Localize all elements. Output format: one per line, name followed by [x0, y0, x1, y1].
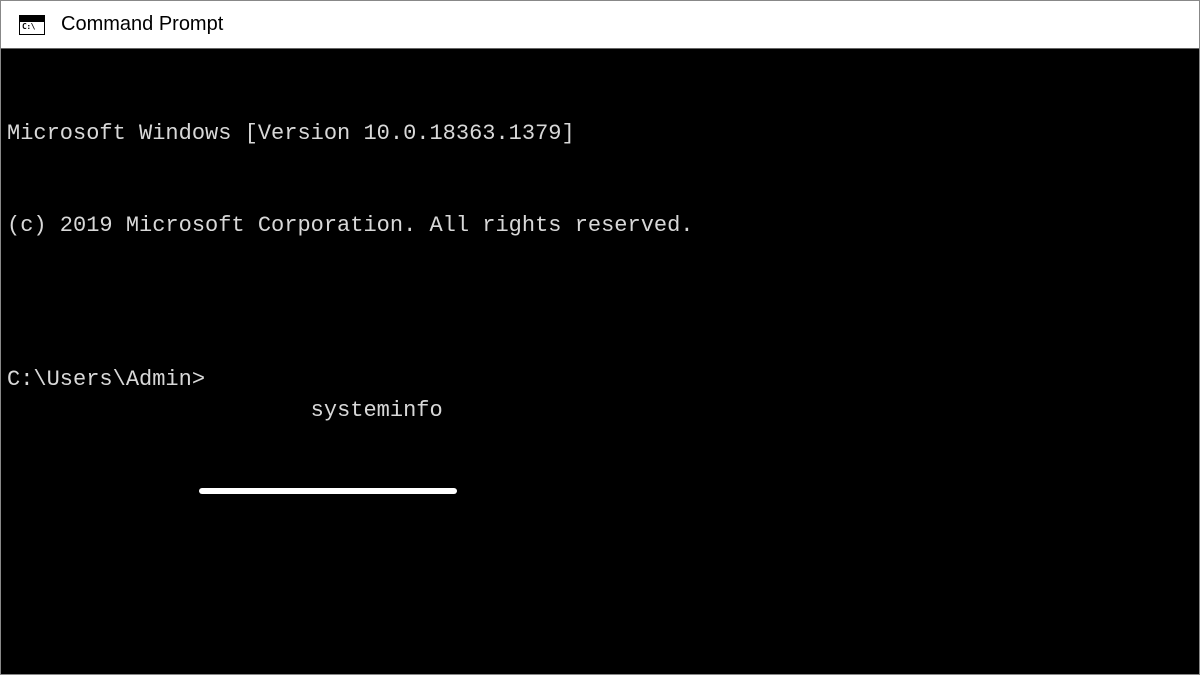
command-prompt-icon: C:\: [19, 15, 45, 35]
command-prompt-window: C:\ Command Prompt Microsoft Windows [Ve…: [0, 0, 1200, 675]
banner-line: (c) 2019 Microsoft Corporation. All righ…: [7, 211, 1193, 242]
highlight-underline: [199, 488, 457, 494]
command-wrapper: systeminfo: [205, 365, 443, 488]
prompt-path: C:\Users\Admin>: [7, 365, 205, 396]
typed-command[interactable]: systeminfo: [311, 398, 443, 423]
banner-line: Microsoft Windows [Version 10.0.18363.13…: [7, 119, 1193, 150]
window-title: Command Prompt: [61, 13, 223, 36]
icon-text: C:\: [22, 22, 35, 31]
terminal-area[interactable]: Microsoft Windows [Version 10.0.18363.13…: [1, 49, 1199, 674]
titlebar[interactable]: C:\ Command Prompt: [1, 1, 1199, 49]
prompt-line: C:\Users\Admin> systeminfo: [7, 365, 1193, 488]
